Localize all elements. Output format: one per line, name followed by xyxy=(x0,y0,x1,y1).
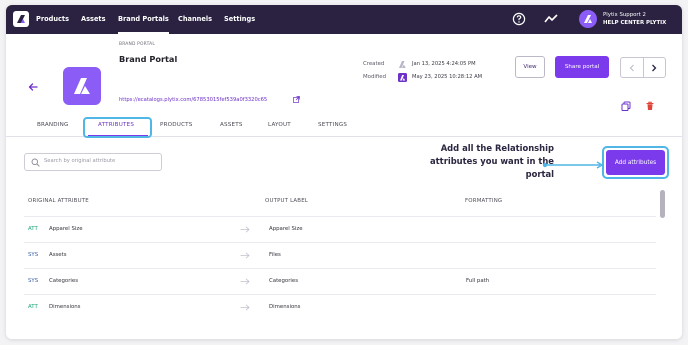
tab-products[interactable]: PRODUCTS xyxy=(160,122,193,128)
tutorial-callout: Add all the Relationship attributes you … xyxy=(402,142,554,181)
original-attribute: Dimensions xyxy=(49,304,81,310)
output-label: Apparel Size xyxy=(269,226,303,232)
page-title: Brand Portal xyxy=(119,54,178,64)
nav-settings[interactable]: Settings xyxy=(224,5,255,34)
activity-icon[interactable] xyxy=(544,12,558,26)
header-original-attribute: ORIGINAL ATTRIBUTE xyxy=(28,198,89,204)
user-org: HELP CENTER PLYTIX xyxy=(603,20,667,26)
back-arrow-icon[interactable] xyxy=(28,82,38,92)
search-input[interactable]: Search by original attribute xyxy=(24,153,162,171)
callout-line-2: attributes you want in the portal xyxy=(430,156,554,179)
user-logo-icon xyxy=(584,15,592,23)
portal-url-link[interactable]: https://ecatalogs.plytix.com/67853015fef… xyxy=(119,97,267,103)
tab-assets[interactable]: ASSETS xyxy=(220,122,243,128)
tab-settings[interactable]: SETTINGS xyxy=(318,122,347,128)
created-value: Jan 13, 2025 4:24:05 PM xyxy=(412,61,476,67)
delete-icon[interactable] xyxy=(645,101,655,111)
plytix-logo-icon[interactable] xyxy=(13,11,29,27)
table-row[interactable]: SYS Categories Categories Full path xyxy=(24,268,656,294)
help-icon[interactable] xyxy=(512,12,526,26)
output-label: Categories xyxy=(269,278,299,284)
share-portal-button[interactable]: Share portal xyxy=(555,56,609,78)
arrow-right-icon xyxy=(240,304,250,311)
output-label: Dimensions xyxy=(269,304,301,310)
tab-highlight-frame xyxy=(83,117,152,138)
arrow-right-icon xyxy=(240,226,250,233)
external-link-icon[interactable] xyxy=(293,96,300,103)
attribute-type-badge: SYS xyxy=(28,252,39,258)
tab-layout[interactable]: LAYOUT xyxy=(268,122,291,128)
portal-kicker: BRAND PORTAL xyxy=(119,42,155,47)
attribute-type-badge: ATT xyxy=(28,226,38,232)
modified-by-icon xyxy=(398,73,407,82)
nav-brand-portals[interactable]: Brand Portals xyxy=(118,5,169,34)
previous-button[interactable] xyxy=(621,58,643,77)
table-scrollbar[interactable] xyxy=(660,190,665,218)
view-button[interactable]: View xyxy=(515,56,545,78)
next-button[interactable] xyxy=(642,58,666,77)
add-attributes-button[interactable]: Add attributes xyxy=(606,150,665,175)
tab-branding[interactable]: BRANDING xyxy=(37,122,69,128)
portal-logo-icon xyxy=(74,78,90,94)
attribute-type-badge: ATT xyxy=(28,304,38,310)
app-window: Products Assets Brand Portals Channels S… xyxy=(6,5,682,339)
duplicate-icon[interactable] xyxy=(621,101,631,111)
attribute-type-badge: SYS xyxy=(28,278,39,284)
created-label: Created xyxy=(363,61,385,67)
user-name: Plytix Support 2 xyxy=(603,12,646,18)
search-placeholder: Search by original attribute xyxy=(44,158,116,164)
arrow-right-icon xyxy=(240,252,250,259)
header-formatting: FORMATTING xyxy=(465,198,503,204)
bottom-fade xyxy=(6,321,682,339)
chevron-left-icon xyxy=(629,64,634,71)
table-row[interactable]: ATT Dimensions Dimensions xyxy=(24,294,656,320)
formatting: Full path xyxy=(466,278,490,284)
output-label: Files xyxy=(269,252,281,258)
portal-logo xyxy=(63,67,101,105)
callout-line-1: Add all the Relationship xyxy=(440,143,554,153)
nav-assets[interactable]: Assets xyxy=(81,5,106,34)
modified-label: Modified xyxy=(363,74,387,80)
nav-products[interactable]: Products xyxy=(36,5,69,34)
original-attribute: Apparel Size xyxy=(49,226,83,232)
modified-value: May 23, 2025 10:28:12 AM xyxy=(412,74,483,80)
search-icon xyxy=(31,158,40,167)
original-attribute: Assets xyxy=(49,252,67,258)
portal-pager xyxy=(620,57,666,78)
nav-channels[interactable]: Channels xyxy=(178,5,212,34)
original-attribute: Categories xyxy=(49,278,79,284)
table-row[interactable]: SYS Assets Files xyxy=(24,242,656,268)
top-navbar: Products Assets Brand Portals Channels S… xyxy=(6,5,682,34)
created-by-icon xyxy=(399,61,406,68)
avatar[interactable] xyxy=(579,10,597,28)
chevron-right-icon xyxy=(652,64,657,71)
header-output-label: OUTPUT LABEL xyxy=(265,198,309,204)
callout-arrow-icon xyxy=(542,161,604,169)
arrow-right-icon xyxy=(240,278,250,285)
table-row[interactable]: ATT Apparel Size Apparel Size xyxy=(24,216,656,242)
